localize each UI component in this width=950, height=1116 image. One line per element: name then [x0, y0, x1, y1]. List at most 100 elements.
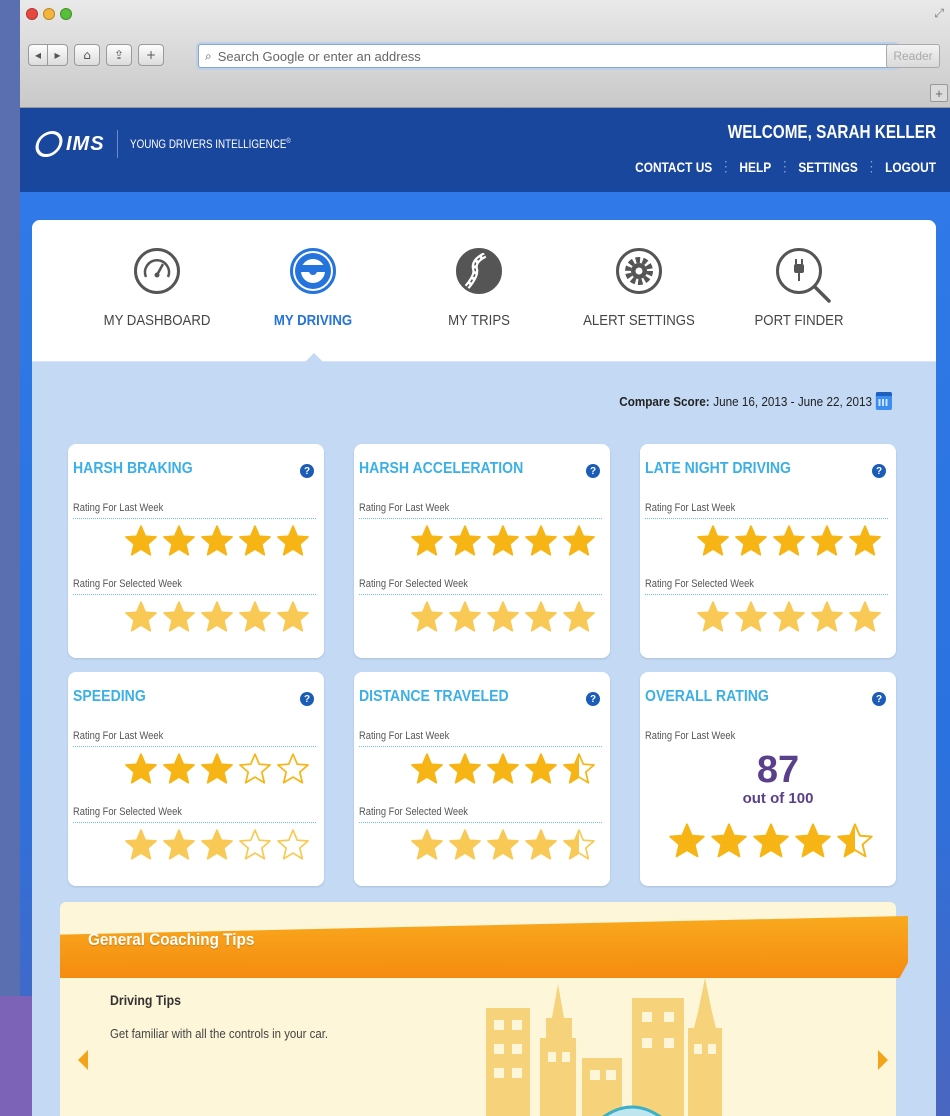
star-full-icon: [773, 601, 805, 632]
rating-tile-late-night-driving: LATE NIGHT DRIVING ? Rating For Last Wee…: [640, 444, 896, 658]
close-window-button[interactable]: [26, 8, 38, 20]
tips-heading: Driving Tips: [110, 992, 181, 1008]
star-full-icon: [735, 601, 767, 632]
star-full-icon: [201, 525, 233, 556]
rating-tile-speeding: SPEEDING ? Rating For Last Week Rating F…: [68, 672, 324, 886]
tab-my-driving[interactable]: MY DRIVING: [228, 248, 398, 329]
ims-logo[interactable]: IMS YOUNG DRIVERS INTELLIGENCE®: [32, 130, 325, 158]
selected-week-stars: [410, 828, 596, 862]
help-icon[interactable]: ?: [300, 692, 314, 706]
next-tip-arrow[interactable]: [878, 1050, 888, 1070]
star-half-icon: [837, 823, 873, 858]
tab-my-trips[interactable]: MY TRIPS: [394, 248, 564, 329]
tab-my-dashboard[interactable]: MY DASHBOARD: [72, 248, 242, 329]
star-half-icon: [563, 753, 595, 784]
star-full-icon: [125, 753, 157, 784]
address-bar[interactable]: ⌕: [198, 44, 898, 68]
add-bookmark-button[interactable]: +: [138, 44, 164, 66]
star-full-icon: [239, 525, 271, 556]
star-full-icon: [411, 525, 443, 556]
star-full-icon: [773, 525, 805, 556]
last-week-stars: [410, 752, 596, 786]
star-full-icon: [449, 829, 481, 860]
browser-toolbar: ⤢ ◂ ▸ ⌂ ⇪ + ⌕ Reader +: [20, 0, 950, 108]
star-full-icon: [411, 753, 443, 784]
forward-button[interactable]: ▸: [48, 44, 68, 66]
star-full-icon: [711, 823, 747, 858]
header-links: CONTACT US ⋮ HELP ⋮ SETTINGS ⋮ LOGOUT: [635, 158, 936, 175]
gear-icon: [616, 248, 662, 294]
star-full-icon: [411, 601, 443, 632]
rating-tile-harsh-acceleration: HARSH ACCELERATION ? Rating For Last Wee…: [354, 444, 610, 658]
main-nav-tabs: MY DASHBOARD MY DRIVING MY TRIPS ALERT S…: [32, 220, 936, 363]
star-full-icon: [239, 601, 271, 632]
product-name: YOUNG DRIVERS INTELLIGENCE®: [129, 137, 291, 151]
overall-score-value: 87: [756, 749, 800, 791]
home-button[interactable]: ⌂: [74, 44, 100, 66]
tab-alert-settings[interactable]: ALERT SETTINGS: [554, 248, 724, 329]
star-full-icon: [201, 829, 233, 860]
reader-button[interactable]: Reader: [886, 44, 940, 68]
site-header: IMS YOUNG DRIVERS INTELLIGENCE® WELCOME,…: [20, 108, 950, 192]
star-full-icon: [563, 525, 595, 556]
plug-search-icon: [776, 248, 831, 303]
active-tab-pointer: [304, 353, 324, 363]
last-week-stars: [124, 752, 310, 786]
star-full-icon: [669, 823, 705, 858]
fullscreen-icon[interactable]: ⤢: [934, 6, 944, 21]
star-full-icon: [201, 601, 233, 632]
star-full-icon: [487, 525, 519, 556]
star-full-icon: [811, 525, 843, 556]
help-icon[interactable]: ?: [300, 464, 314, 478]
address-input[interactable]: [217, 48, 858, 64]
star-empty-icon: [239, 753, 271, 784]
previous-tip-arrow[interactable]: [78, 1050, 88, 1070]
star-full-icon: [411, 829, 443, 860]
star-full-icon: [697, 601, 729, 632]
window-controls: [26, 8, 72, 20]
overall-score: 87 out of 100: [640, 750, 896, 807]
new-tab-button[interactable]: +: [930, 84, 948, 102]
main-panel: MY DASHBOARD MY DRIVING MY TRIPS ALERT S…: [32, 220, 936, 1116]
star-full-icon: [487, 601, 519, 632]
back-button[interactable]: ◂: [28, 44, 48, 66]
selected-week-stars: [410, 600, 596, 634]
star-full-icon: [277, 525, 309, 556]
tips-text: Get familiar with all the controls in yo…: [110, 1026, 329, 1041]
star-full-icon: [525, 601, 557, 632]
rating-tile-distance-traveled: DISTANCE TRAVELED ? Rating For Last Week…: [354, 672, 610, 886]
star-full-icon: [697, 525, 729, 556]
share-button[interactable]: ⇪: [106, 44, 132, 66]
zoom-window-button[interactable]: [60, 8, 72, 20]
speedometer-icon: [134, 248, 180, 294]
star-half-icon: [563, 829, 595, 860]
star-full-icon: [487, 753, 519, 784]
overall-score-out-of: out of 100: [742, 790, 814, 807]
star-full-icon: [449, 525, 481, 556]
logout-link[interactable]: LOGOUT: [885, 159, 936, 175]
star-full-icon: [735, 525, 767, 556]
tab-port-finder[interactable]: PORT FINDER: [714, 248, 884, 329]
star-full-icon: [849, 525, 881, 556]
star-full-icon: [163, 525, 195, 556]
star-full-icon: [277, 601, 309, 632]
city-skyline-illustration: [486, 978, 722, 1116]
browser-nav-buttons: ◂ ▸ ⌂ ⇪ +: [28, 44, 164, 66]
star-full-icon: [487, 829, 519, 860]
help-icon[interactable]: ?: [586, 464, 600, 478]
help-icon[interactable]: ?: [872, 464, 886, 478]
overall-stars: [668, 822, 874, 860]
settings-link[interactable]: SETTINGS: [798, 159, 858, 175]
star-full-icon: [125, 525, 157, 556]
calendar-icon[interactable]: [875, 392, 892, 410]
help-link[interactable]: HELP: [739, 159, 771, 175]
help-icon[interactable]: ?: [872, 692, 886, 706]
steering-wheel-icon: [290, 248, 336, 294]
star-full-icon: [449, 753, 481, 784]
rating-tile-harsh-braking: HARSH BRAKING ? Rating For Last Week Rat…: [68, 444, 324, 658]
last-week-stars: [124, 524, 310, 558]
help-icon[interactable]: ?: [586, 692, 600, 706]
selected-week-stars: [124, 828, 310, 862]
minimize-window-button[interactable]: [43, 8, 55, 20]
contact-us-link[interactable]: CONTACT US: [635, 159, 712, 175]
